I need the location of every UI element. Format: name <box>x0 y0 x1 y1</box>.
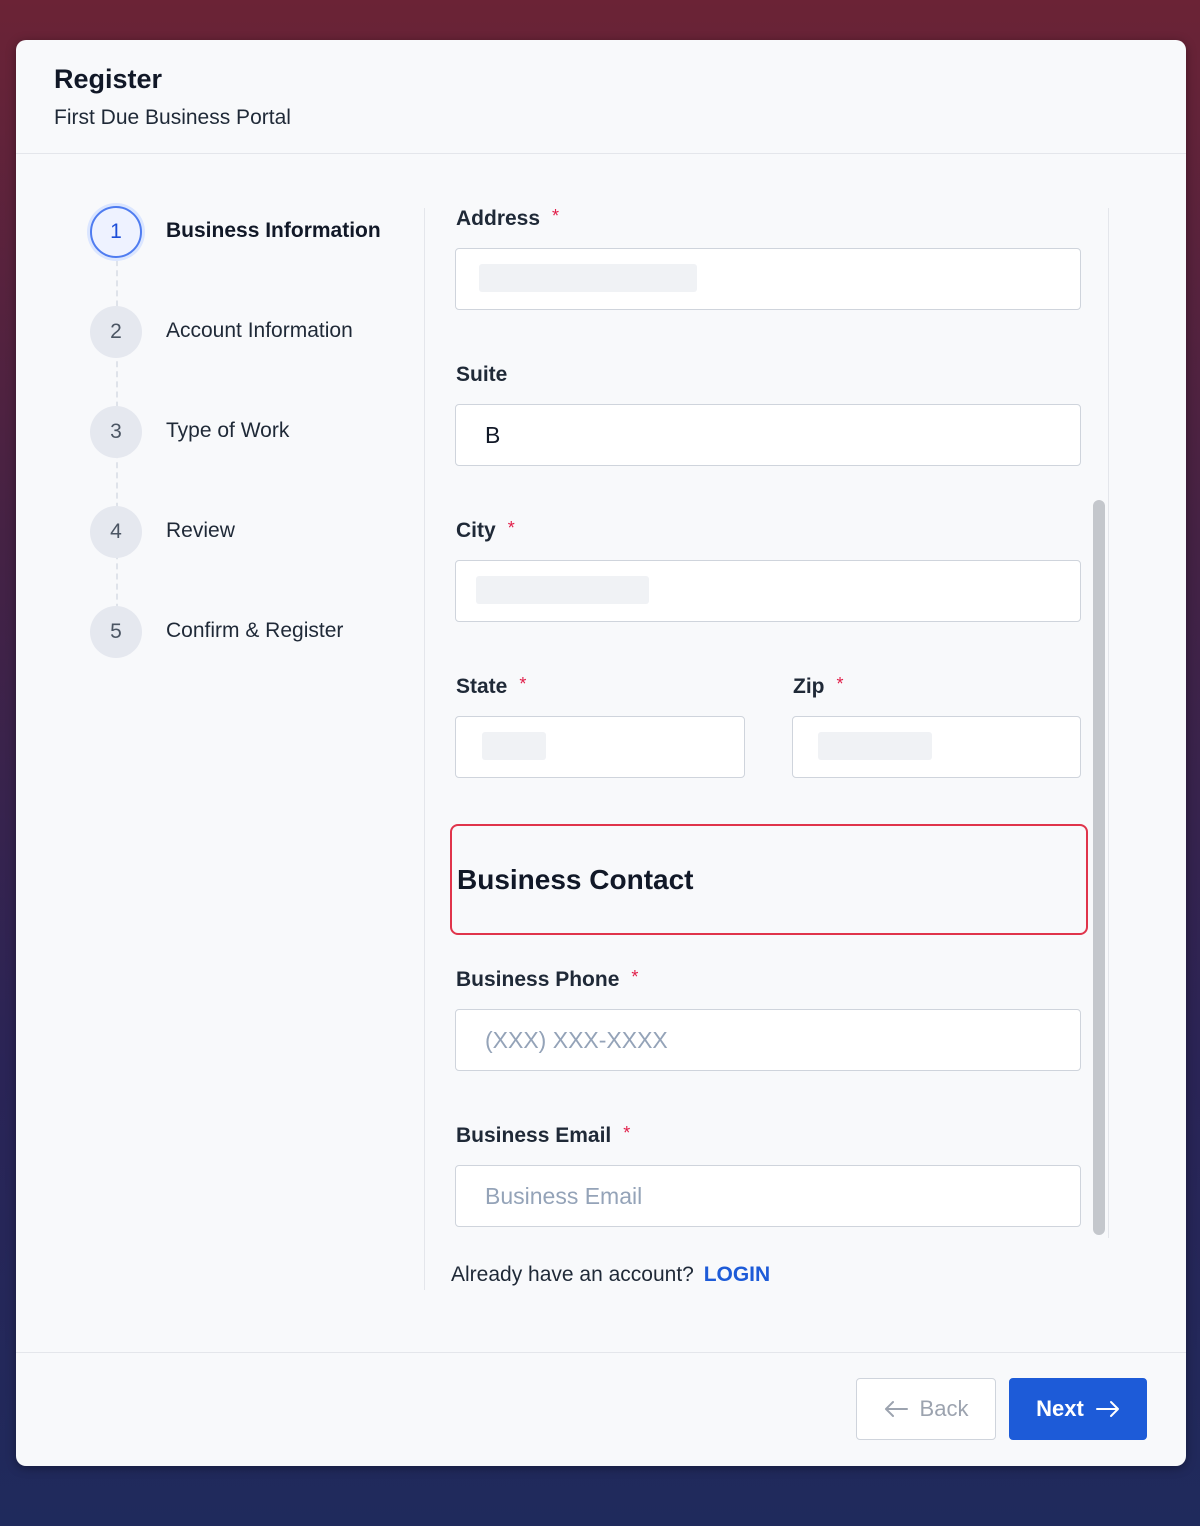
state-label: State * <box>456 674 527 699</box>
page-subtitle: First Due Business Portal <box>54 106 291 129</box>
step-number: 1 <box>90 206 142 258</box>
business-email-input[interactable] <box>455 1165 1081 1227</box>
step-number: 2 <box>90 306 142 358</box>
column-divider <box>424 208 425 1290</box>
state-label-text: State <box>456 675 508 698</box>
login-prompt: Already have an account? LOGIN <box>451 1263 770 1287</box>
login-link[interactable]: LOGIN <box>704 1263 771 1286</box>
step-number: 3 <box>90 406 142 458</box>
step-label: Type of Work <box>166 419 290 442</box>
section-title: Business Contact <box>457 864 694 895</box>
step-label: Account Information <box>166 319 353 342</box>
redacted-value <box>476 576 649 604</box>
step-number: 4 <box>90 506 142 558</box>
required-marker: * <box>519 674 527 694</box>
register-card: Register First Due Business Portal 1 Bus… <box>16 40 1186 1466</box>
city-label: City * <box>456 518 515 543</box>
redacted-value <box>479 264 697 292</box>
login-prompt-text: Already have an account? <box>451 1263 694 1286</box>
page-title: Register <box>54 64 163 94</box>
step-label: Business Information <box>166 219 381 242</box>
business-email-label-text: Business Email <box>456 1124 612 1147</box>
arrow-right-icon <box>1095 1400 1120 1418</box>
step-review[interactable]: 4 Review <box>90 506 426 558</box>
required-marker: * <box>836 674 844 694</box>
zip-label-text: Zip <box>793 675 825 698</box>
step-type-of-work[interactable]: 3 Type of Work <box>90 406 426 458</box>
footer-divider <box>16 1352 1186 1353</box>
required-marker: * <box>631 967 639 987</box>
step-number: 5 <box>90 606 142 658</box>
zip-label: Zip * <box>793 674 844 699</box>
scrollbar-thumb[interactable] <box>1093 500 1105 1235</box>
next-button[interactable]: Next <box>1009 1378 1147 1440</box>
stepper: 1 Business Information 2 Account Informa… <box>16 154 426 1294</box>
redacted-value <box>818 732 932 760</box>
business-contact-section: Business Contact <box>450 824 1088 935</box>
city-label-text: City <box>456 519 496 542</box>
step-label: Review <box>166 519 235 542</box>
suite-label: Suite <box>456 363 508 386</box>
step-account-information[interactable]: 2 Account Information <box>90 306 426 358</box>
suite-input[interactable] <box>455 404 1081 466</box>
business-phone-input[interactable] <box>455 1009 1081 1071</box>
address-label-text: Address <box>456 207 541 230</box>
step-label: Confirm & Register <box>166 619 344 642</box>
business-email-label: Business Email * <box>456 1123 631 1148</box>
card-header: Register First Due Business Portal <box>16 40 1186 154</box>
step-confirm-register[interactable]: 5 Confirm & Register <box>90 606 426 658</box>
address-label: Address * <box>456 206 560 231</box>
required-marker: * <box>623 1123 631 1143</box>
back-button[interactable]: Back <box>856 1378 996 1440</box>
redacted-value <box>482 732 546 760</box>
next-button-label: Next <box>1036 1396 1084 1421</box>
business-phone-label-text: Business Phone <box>456 968 620 991</box>
step-business-information[interactable]: 1 Business Information <box>90 206 426 258</box>
scroll-area-border <box>1108 208 1109 1238</box>
required-marker: * <box>552 206 560 226</box>
arrow-left-icon <box>884 1400 908 1418</box>
business-phone-label: Business Phone * <box>456 967 639 992</box>
required-marker: * <box>507 518 515 538</box>
back-button-label: Back <box>919 1396 969 1421</box>
